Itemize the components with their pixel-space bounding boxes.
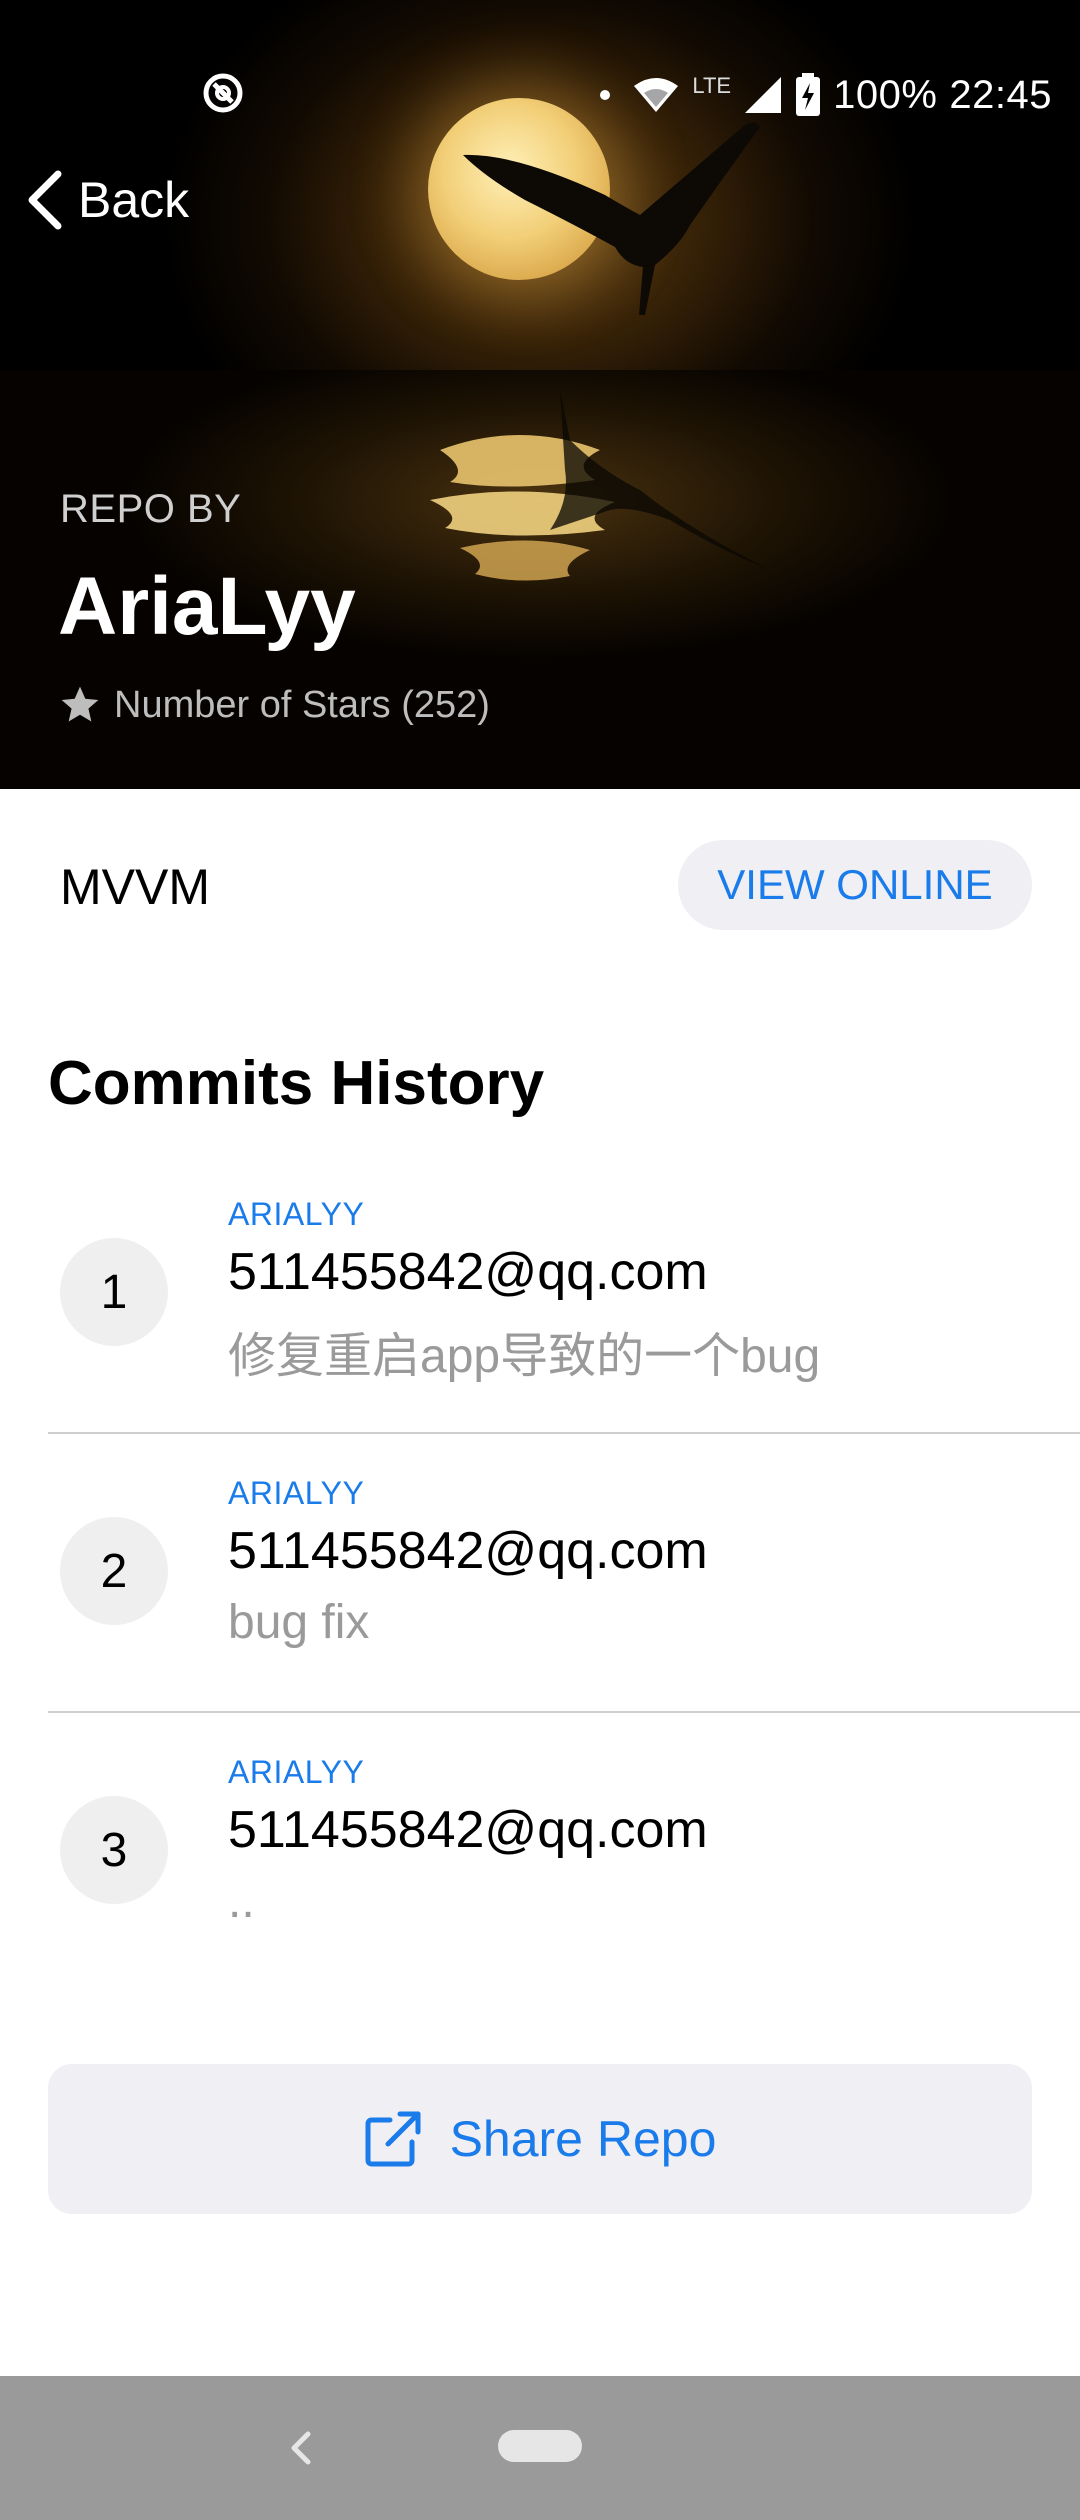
commit-message: 修复重启app导致的一个bug	[228, 1330, 821, 1383]
signal-icon	[745, 77, 782, 113]
nav-home-pill[interactable]	[498, 2430, 582, 2462]
commit-author: ARIALYY	[228, 1475, 365, 1511]
commit-number-badge: 2	[60, 1517, 168, 1625]
commit-email: 511455842@qq.com	[228, 1243, 708, 1301]
heron-reflection-image	[550, 390, 770, 570]
repo-author-name: AriaLyy	[58, 561, 356, 652]
external-link-icon	[365, 2111, 421, 2167]
back-button[interactable]: Back	[24, 162, 189, 238]
network-type-label: LTE	[692, 73, 732, 98]
notification-dot-icon	[600, 90, 611, 100]
repo-by-label: REPO BY	[60, 487, 242, 531]
share-repo-button[interactable]: Share Repo	[48, 2064, 1032, 2214]
system-navigation-bar	[0, 2376, 1080, 2520]
stars-count: Number of Stars (252)	[58, 683, 490, 727]
commit-message: bug fix	[228, 1596, 370, 1649]
repo-header-banner: LTE 100% 22:45 Back REPO BY AriaLyy Numb…	[0, 0, 1080, 789]
clock: 22:45	[949, 72, 1052, 117]
commit-author: ARIALYY	[228, 1196, 365, 1232]
sync-icon	[203, 73, 243, 113]
battery-charging-icon	[796, 73, 821, 116]
commit-number-badge: 3	[60, 1796, 168, 1904]
commits-history-title: Commits History	[48, 1049, 545, 1118]
stars-label: Number of Stars (252)	[114, 683, 490, 726]
commit-item[interactable]: 1 ARIALYY 511455842@qq.com 修复重启app导致的一个b…	[48, 1156, 1080, 1434]
view-online-button[interactable]: VIEW ONLINE	[678, 840, 1032, 930]
nav-back-icon[interactable]	[282, 2420, 318, 2476]
commit-item[interactable]: 3 ARIALYY 511455842@qq.com ..	[48, 1714, 1080, 1992]
star-icon	[61, 686, 99, 722]
status-bar: LTE 100% 22:45	[0, 60, 1080, 130]
chevron-left-icon	[28, 170, 62, 230]
commit-message: ..	[228, 1875, 255, 1928]
divider	[48, 1432, 1080, 1434]
commit-item[interactable]: 2 ARIALYY 511455842@qq.com bug fix	[48, 1435, 1080, 1713]
commit-author: ARIALYY	[228, 1754, 365, 1790]
repo-name: MVVM	[60, 859, 210, 915]
heron-silhouette-image	[463, 122, 760, 315]
wifi-icon	[634, 78, 679, 112]
commit-email: 511455842@qq.com	[228, 1801, 708, 1859]
divider	[48, 1711, 1080, 1713]
commit-email: 511455842@qq.com	[228, 1522, 708, 1580]
share-repo-label: Share Repo	[449, 2111, 717, 2167]
back-label: Back	[78, 172, 190, 228]
battery-percentage: 100%	[833, 72, 938, 117]
commit-number-badge: 1	[60, 1238, 168, 1346]
